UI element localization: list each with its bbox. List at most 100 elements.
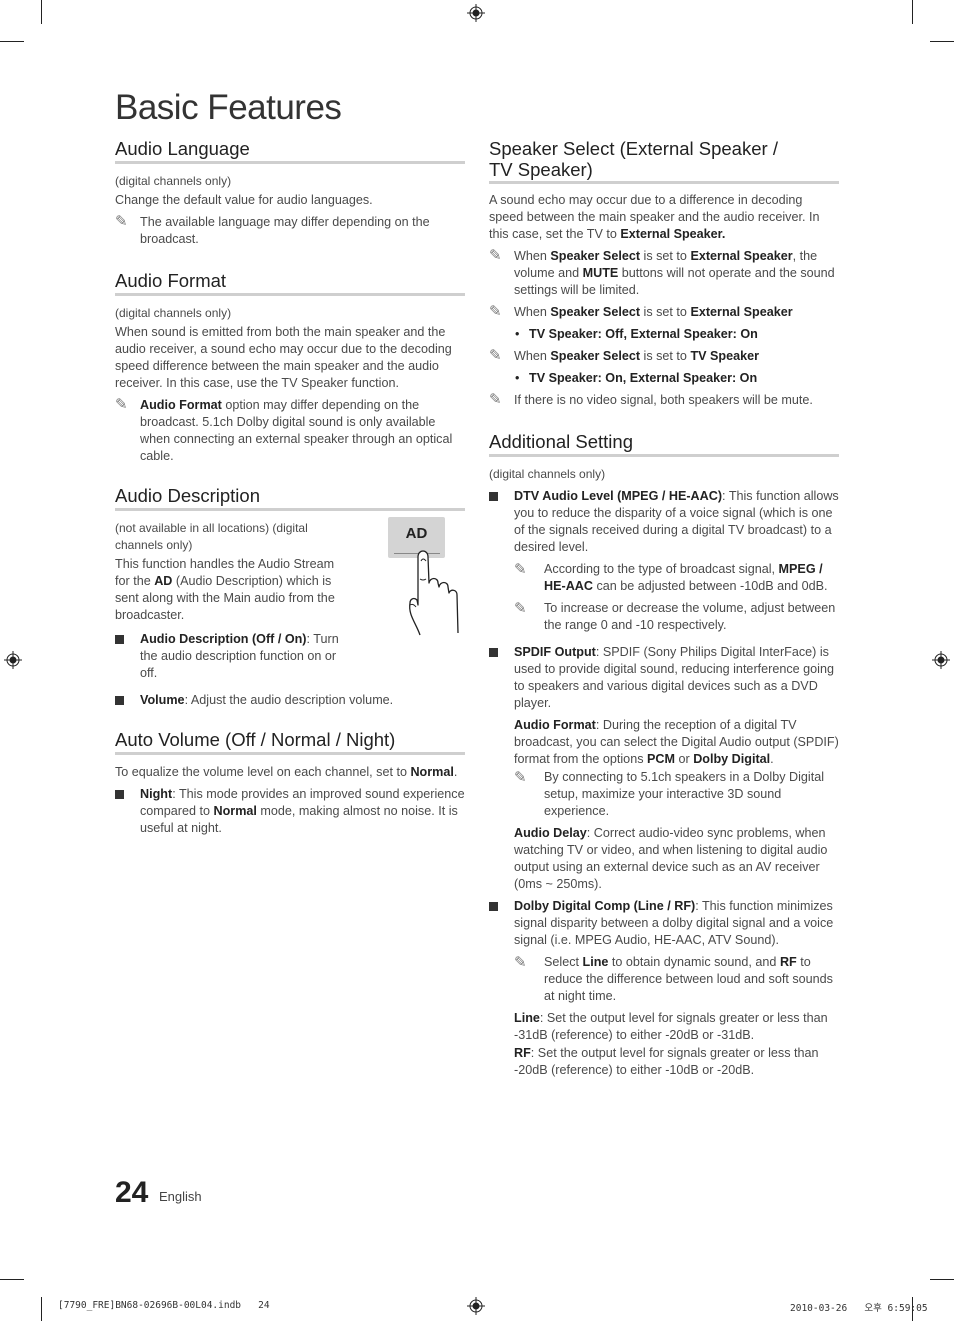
page-title: Basic Features — [115, 88, 342, 127]
square-bullet-icon — [489, 648, 498, 657]
bullet-text: : Adjust the audio description volume. — [184, 693, 394, 707]
note-bold: Speaker Select — [550, 305, 641, 319]
section-audio-language: Audio Language (digital channels only) C… — [115, 138, 465, 248]
square-bullet-icon — [115, 696, 124, 705]
sub-text: : Set the output level for signals great… — [514, 1046, 819, 1077]
crop-mark — [41, 0, 42, 24]
audio-delay-text: Audio Delay: Correct audio-video sync pr… — [514, 825, 839, 893]
dot-item-text: TV Speaker: On, External Speaker: On — [529, 371, 758, 385]
note: ✎ When Speaker Select is set to TV Speak… — [489, 348, 839, 365]
note-pencil-icon: ✎ — [115, 396, 128, 413]
note-pencil-icon: ✎ — [514, 600, 527, 617]
note-bold: External Speaker — [690, 305, 793, 319]
note-bold: MUTE — [582, 266, 619, 280]
section-auto-volume: Auto Volume (Off / Normal / Night) To eq… — [115, 729, 465, 837]
rf-text: RF: Set the output level for signals gre… — [514, 1045, 839, 1079]
note: ✎ Audio Format option may differ dependi… — [115, 397, 465, 465]
body-text: This function handles the Audio Stream f… — [115, 556, 350, 624]
note-bold: Line — [582, 955, 609, 969]
registration-mark-icon — [4, 651, 22, 669]
note-pencil-icon: ✎ — [489, 247, 502, 264]
dot-item-text: TV Speaker: Off, External Speaker: On — [529, 327, 758, 341]
square-bullet-icon — [115, 790, 124, 799]
sub-bold: RF — [514, 1046, 531, 1060]
note-bold: Speaker Select — [550, 349, 641, 363]
note: ✎ To increase or decrease the volume, ad… — [514, 600, 839, 634]
right-column: Speaker Select (External Speaker / TV Sp… — [489, 138, 839, 1099]
body-text: A sound echo may occur due to a differen… — [489, 192, 839, 243]
body-bold: AD — [154, 574, 173, 588]
note-text: When — [514, 305, 551, 319]
note-pencil-icon: ✎ — [489, 391, 502, 408]
bullet-dtv-audio-level: DTV Audio Level (MPEG / HE-AAC): This fu… — [489, 488, 839, 634]
ad-button-illustration: AD — [388, 517, 468, 642]
print-timestamp: 2010-03-26 오후 6:59:05 — [790, 1303, 928, 1314]
note-pencil-icon: ✎ — [115, 213, 128, 230]
note: ✎ When Speaker Select is set to External… — [489, 248, 839, 299]
print-file-info: [7790_FRE]BN68-02696B-00L04.indb 24 — [58, 1300, 270, 1311]
note-bold: RF — [779, 955, 797, 969]
note-text: is set to — [640, 305, 691, 319]
note-text: Select — [544, 955, 583, 969]
note: ✎ When Speaker Select is set to External… — [489, 304, 839, 321]
note-text: is set to — [640, 349, 691, 363]
section-heading: Audio Language — [115, 138, 465, 164]
registration-mark-icon — [467, 1297, 485, 1315]
dot-bullet-icon: • — [515, 327, 520, 341]
dot-bullet-icon: • — [515, 371, 520, 385]
note-bold: Audio Format — [140, 398, 222, 412]
dot-item: • TV Speaker: On, External Speaker: On — [489, 370, 839, 387]
left-column: Audio Language (digital channels only) C… — [115, 138, 465, 857]
scope-text: (digital channels only) — [115, 306, 232, 320]
note-text: According to the type of broadcast signa… — [544, 562, 779, 576]
bullet-bold: DTV Audio Level (MPEG / HE-AAC) — [514, 489, 723, 503]
note-text: When — [514, 249, 551, 263]
body-post: . — [453, 765, 458, 779]
section-audio-description: Audio Description (not available in all … — [115, 485, 465, 709]
pointing-hand-icon — [409, 550, 459, 636]
body-text: Change the default value for audio langu… — [115, 193, 373, 207]
sub-text: : Set the output level for signals great… — [514, 1011, 828, 1042]
sub-bold: PCM — [647, 752, 675, 766]
crop-mark — [0, 41, 24, 42]
section-speaker-select: Speaker Select (External Speaker / TV Sp… — [489, 138, 839, 409]
bullet-bold: Night — [140, 787, 173, 801]
registration-mark-icon — [932, 651, 950, 669]
body-bold: Normal — [410, 765, 454, 779]
section-additional-setting: Additional Setting (digital channels onl… — [489, 431, 839, 1079]
note: ✎ Select Line to obtain dynamic sound, a… — [514, 954, 839, 1005]
crop-mark — [0, 1279, 24, 1280]
audio-format-text: Audio Format: During the reception of a … — [514, 717, 839, 768]
note-pencil-icon: ✎ — [514, 561, 527, 578]
sub-text: . — [770, 752, 774, 766]
bullet-bold: Volume — [140, 693, 185, 707]
bullet-bold: Audio Description (Off / On) — [140, 632, 307, 646]
section-heading: Additional Setting — [489, 431, 839, 457]
note: ✎ The available language may differ depe… — [115, 214, 465, 248]
bullet-bold: Normal — [213, 804, 257, 818]
note-pencil-icon: ✎ — [489, 303, 502, 320]
body-pre: To equalize the volume level on each cha… — [115, 765, 411, 779]
note-text: When — [514, 349, 551, 363]
page-number: 24 — [115, 1176, 149, 1209]
bullet-bold: SPDIF Output — [514, 645, 596, 659]
body-text: To equalize the volume level on each cha… — [115, 764, 465, 781]
note-text: to obtain dynamic sound, and — [608, 955, 780, 969]
note: ✎ If there is no video signal, both spea… — [489, 392, 839, 409]
dot-item: • TV Speaker: Off, External Speaker: On — [489, 326, 839, 343]
line-text: Line: Set the output level for signals g… — [514, 1010, 839, 1044]
crop-mark — [912, 0, 913, 24]
crop-mark — [930, 41, 954, 42]
section-heading: Audio Format — [115, 270, 465, 296]
note-text: If there is no video signal, both speake… — [514, 393, 813, 407]
bullet-bold: Dolby Digital Comp (Line / RF) — [514, 899, 696, 913]
sub-bold: Audio Format — [514, 718, 596, 732]
note-pencil-icon: ✎ — [514, 954, 527, 971]
crop-mark — [930, 1279, 954, 1280]
note-bold: TV Speaker — [690, 349, 760, 363]
note: ✎ By connecting to 5.1ch speakers in a D… — [514, 769, 839, 820]
note-text: By connecting to 5.1ch speakers in a Dol… — [544, 770, 825, 818]
body-bold: External Speaker. — [620, 227, 726, 241]
ad-button-label: AD — [405, 525, 428, 542]
sub-text: or — [675, 752, 694, 766]
